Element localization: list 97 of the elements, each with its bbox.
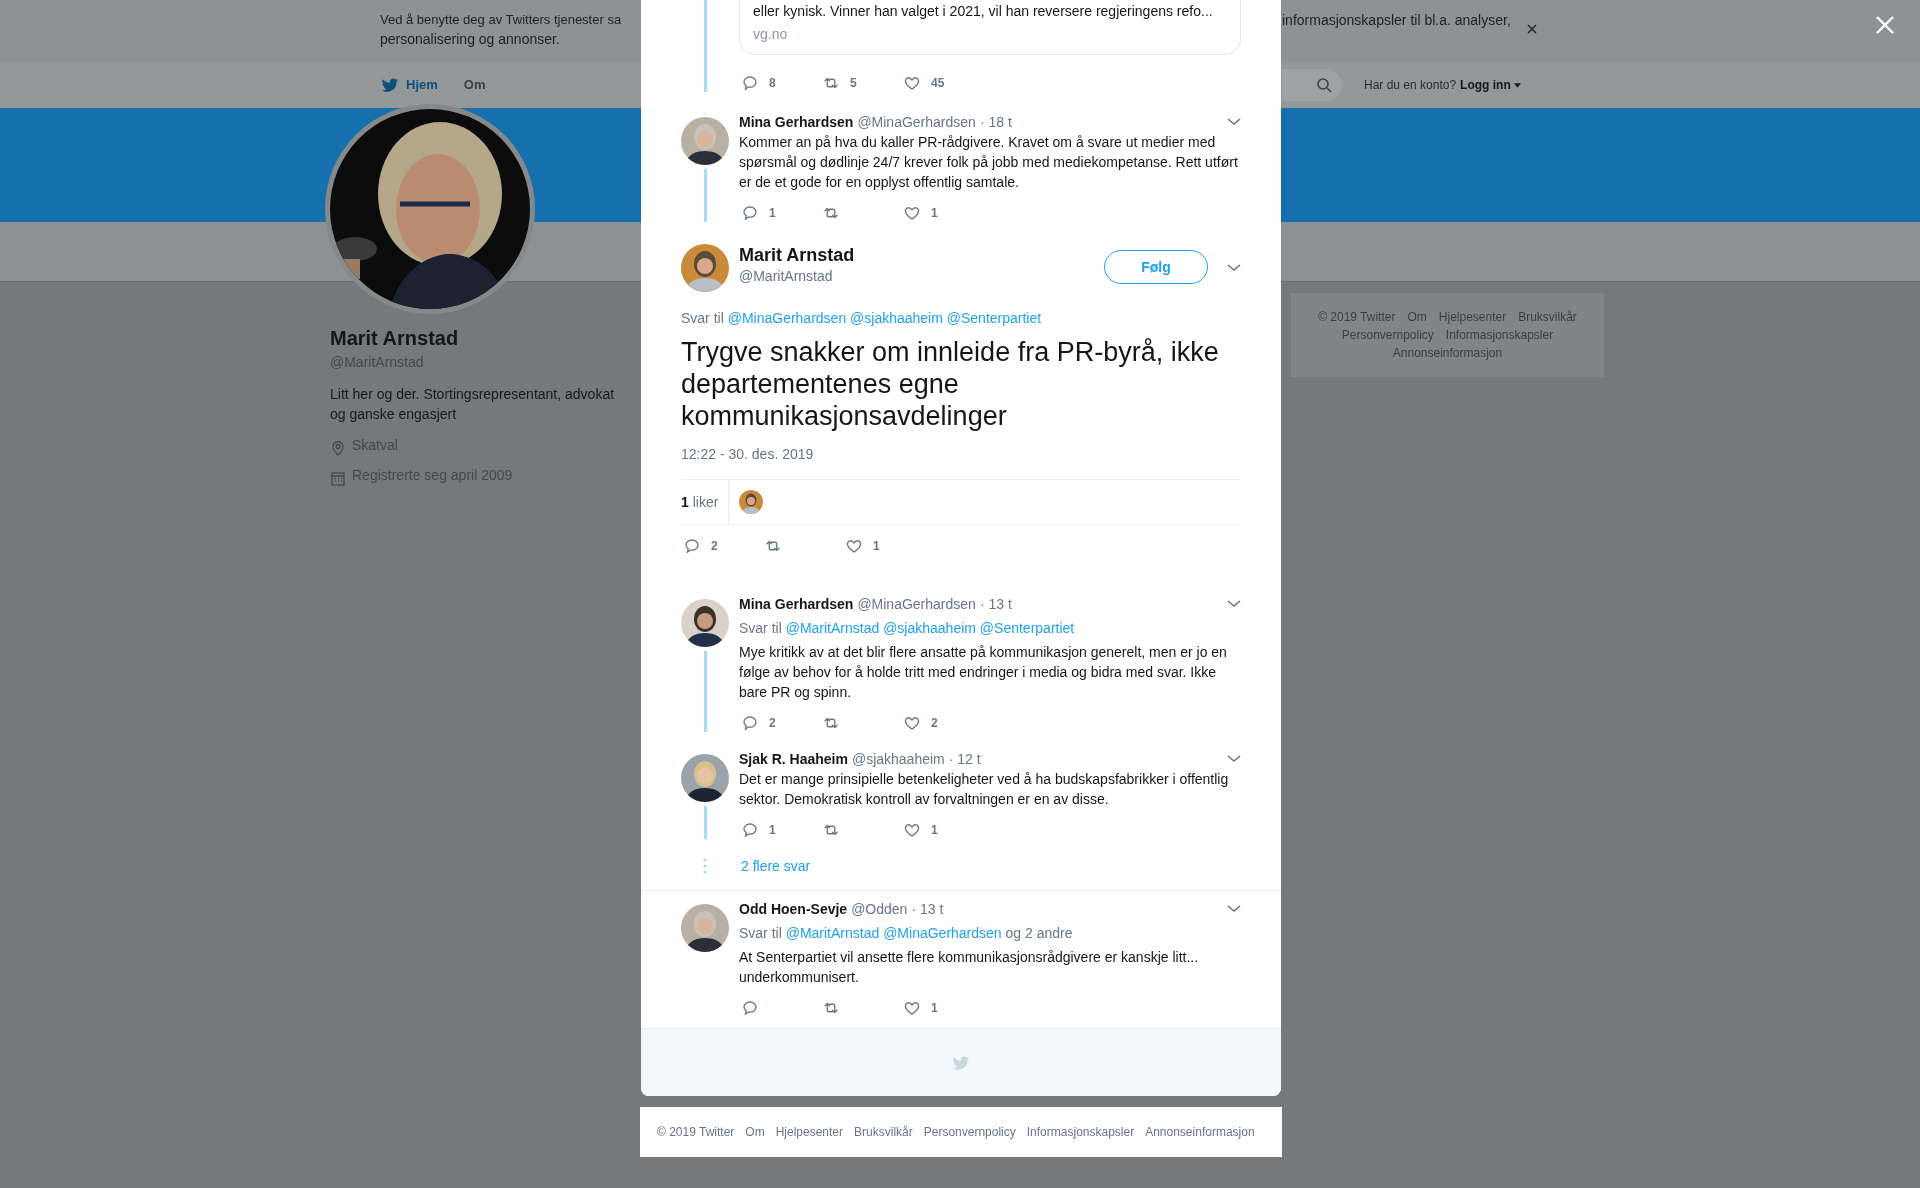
like-button[interactable]: 1 xyxy=(903,204,984,222)
chevron-down-icon[interactable] xyxy=(1227,904,1241,914)
likes-count[interactable]: 1 liker xyxy=(681,480,730,524)
reply-button[interactable]: 8 xyxy=(741,74,822,92)
reply-icon xyxy=(741,714,759,732)
bird-icon xyxy=(380,76,400,94)
like-button[interactable]: 1 xyxy=(903,999,984,1017)
tweet-time[interactable]: · 18 t xyxy=(979,112,1012,132)
footer-link[interactable]: Informasjonskapsler xyxy=(1026,1123,1135,1141)
footer-link[interactable]: Hjelpesenter xyxy=(1438,308,1507,326)
author-name[interactable]: Odd Hoen-Sevje xyxy=(739,899,848,919)
reply-icon xyxy=(741,74,759,92)
mention-link[interactable]: @MaritArnstad xyxy=(785,620,880,636)
author-handle[interactable]: @MaritArnstad xyxy=(739,266,1104,286)
footer-link[interactable]: Bruksvilkår xyxy=(1518,308,1577,326)
reply-button[interactable]: 2 xyxy=(683,537,764,555)
author-name[interactable]: Mina Gerhardsen xyxy=(739,112,854,132)
reply-button[interactable]: 2 xyxy=(741,714,822,732)
heart-icon xyxy=(903,821,921,839)
footer-link[interactable]: Personvernpolicy xyxy=(923,1123,1016,1141)
nav-tab[interactable]: Hjem xyxy=(380,75,438,95)
reply-icon xyxy=(683,537,701,555)
link-card[interactable]: eller kynisk. Vinner han valget i 2021, vil han reversere regjeringens refo... vg.no xyxy=(739,0,1241,55)
link-card-text: eller kynisk. Vinner han valget i 2021, vil han reversere regjeringens refo... xyxy=(753,2,1214,21)
cookie-notice-text: personalisering og annonser. xyxy=(380,30,560,49)
cookie-notice-text: informasjonskapsler til bl.a. analyser, xyxy=(1282,11,1511,30)
reply-context: Svar til @MinaGerhardsen @sjakhaaheim @Senterpartiet xyxy=(681,309,1043,328)
tweet-text: At Senterpartiet vil ansette flere kommunikasjonsrådgivere er kanskje litt... underkommunisert. xyxy=(739,948,1200,987)
mention-link[interactable]: @Senterpartiet xyxy=(979,620,1075,636)
caret-icon xyxy=(1513,82,1521,88)
location-icon xyxy=(330,440,346,456)
footer-link[interactable]: Om xyxy=(745,1123,765,1141)
calendar-icon xyxy=(330,470,346,486)
chevron-down-icon[interactable] xyxy=(1227,117,1241,127)
search-icon xyxy=(1316,77,1332,93)
chevron-down-icon[interactable] xyxy=(1227,754,1241,764)
author-handle[interactable]: @MinaGerhardsen xyxy=(857,112,976,132)
chevron-down-icon[interactable] xyxy=(1227,599,1241,609)
footer-link[interactable]: © 2019 Twitter xyxy=(1318,308,1396,326)
like-button[interactable]: 1 xyxy=(903,821,984,839)
close-icon[interactable] xyxy=(1527,24,1537,34)
mention-link[interactable]: @MinaGerhardsen xyxy=(727,310,847,326)
footer-link[interactable]: Om xyxy=(1407,308,1427,326)
mention-link[interactable]: @Senterpartiet xyxy=(946,310,1042,326)
chevron-down-icon[interactable] xyxy=(1227,263,1241,273)
author-handle[interactable]: @sjakhaaheim xyxy=(851,749,945,769)
author-handle[interactable]: @Odden xyxy=(851,899,908,919)
tweet-text: Kommer an på hva du kaller PR-rådgivere. Kravet om å svare ut medier med spørsmål og dødlinje 24/7 krever folk på jobb med mediekompetanse. Rett utført er de et gode for en opplyst offentlig samtale. xyxy=(739,133,1239,192)
link-card-domain: vg.no xyxy=(753,25,789,44)
footer-link[interactable]: Hjelpesenter xyxy=(775,1123,844,1141)
reply-icon xyxy=(741,999,759,1017)
tweet-time[interactable]: · 13 t xyxy=(979,594,1012,614)
profile-name: Marit Arnstad xyxy=(330,326,460,351)
reply-icon xyxy=(741,204,759,222)
footer-link[interactable]: © 2019 Twitter xyxy=(657,1123,735,1141)
tweet-time[interactable]: · 12 t xyxy=(948,749,981,769)
like-button[interactable]: 2 xyxy=(903,714,984,732)
like-button[interactable]: 1 xyxy=(845,537,926,555)
mention-link[interactable]: @sjakhaaheim xyxy=(850,310,943,326)
mention-link[interactable]: @sjakhaaheim xyxy=(883,620,976,636)
reply-context: Svar til @MaritArnstad @MinaGerhardsen og 2 andre xyxy=(739,924,1074,943)
more-replies-link[interactable]: 2 flere svar xyxy=(741,856,811,876)
mention-link[interactable]: @MinaGerhardsen xyxy=(883,925,1002,941)
reply-button[interactable]: 1 xyxy=(741,821,822,839)
footer-link[interactable]: Bruksvilkår xyxy=(854,1123,913,1141)
bird-icon xyxy=(951,1053,971,1072)
cookie-notice-text: Ved å benytte deg av Twitters tjenester sa xyxy=(380,11,622,29)
author-name[interactable]: Sjak R. Haaheim xyxy=(739,749,848,769)
login-button[interactable]: Logg inn xyxy=(1460,76,1521,94)
footer-link[interactable]: Annonseinformasjon xyxy=(1145,1123,1255,1141)
dots-icon xyxy=(703,858,707,874)
like-button[interactable]: 45 xyxy=(903,74,984,92)
footer-link[interactable]: Informasjonskapsler xyxy=(1445,326,1554,344)
reply-context: Svar til @MaritArnstad @sjakhaaheim @Senterpartiet xyxy=(739,619,1076,638)
search-field[interactable] xyxy=(1282,69,1342,101)
mention-link[interactable]: @MaritArnstad xyxy=(785,925,880,941)
nav-tab[interactable]: Om xyxy=(463,75,486,95)
heart-icon xyxy=(903,714,921,732)
heart-icon xyxy=(903,204,921,222)
footer-link[interactable]: Annonseinformasjon xyxy=(1392,344,1503,362)
account-prompt: Har du en konto? xyxy=(1364,77,1457,94)
tweet-text: Trygve snakker om innleide fra PR-byrå, ikke departementenes egne kommunikasjonsavdelinger xyxy=(681,336,1220,432)
reply-icon xyxy=(741,821,759,839)
tweet-time[interactable]: · 13 t xyxy=(911,899,944,919)
heart-icon xyxy=(903,74,921,92)
heart-icon xyxy=(845,537,863,555)
retweet-button[interactable]: 5 xyxy=(822,74,903,92)
heart-icon xyxy=(903,999,921,1017)
reply-button[interactable]: 1 xyxy=(741,204,822,222)
footer-link[interactable]: Personvernpolicy xyxy=(1341,326,1434,344)
author-name[interactable]: Mina Gerhardsen xyxy=(739,594,854,614)
tweet-text: Det er mange prinsipielle betenkeligheter ved å ha budskapsfabrikker i offentlig sektor. Demokratisk kontroll av forvaltningen er en av disse. xyxy=(739,770,1230,809)
author-handle[interactable]: @MinaGerhardsen xyxy=(857,594,976,614)
tweet-text: Mye kritikk av at det blir flere ansatte på kommunikasjon generelt, men er jo en følge av behov for å holde tritt med endringer i media og bidra med svar. Ikke bare PR og spinn. xyxy=(739,643,1228,702)
author-name[interactable]: Marit Arnstad xyxy=(739,244,1104,266)
tweet-timestamp: 12:22 - 30. des. 2019 xyxy=(681,445,815,464)
profile-bio: Litt her og der. Stortingsrepresentant, advokat og ganske engasjert xyxy=(330,385,616,424)
